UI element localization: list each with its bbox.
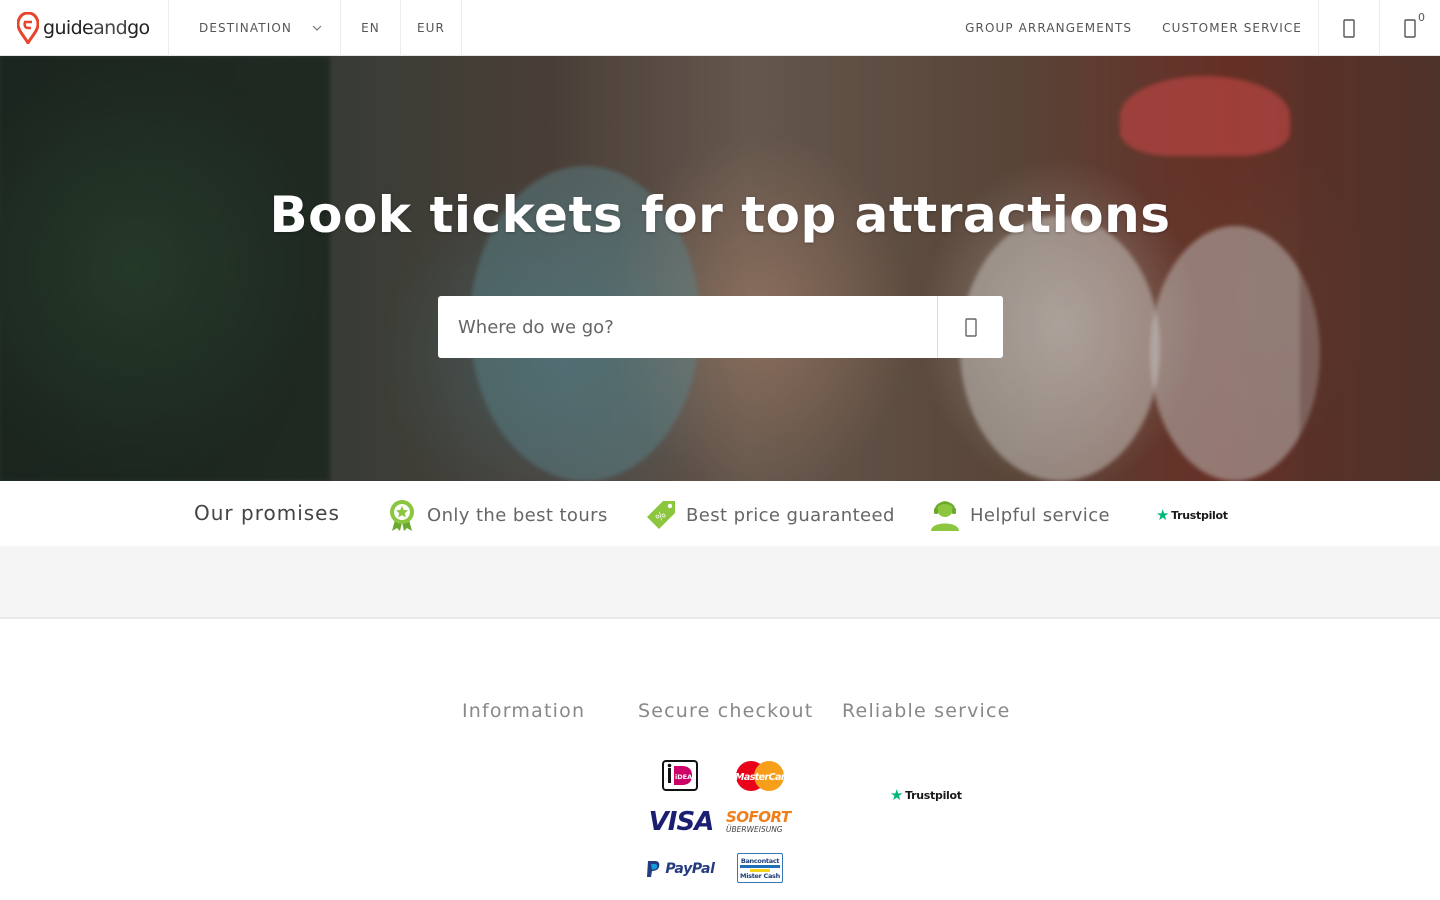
trustpilot-label: Trustpilot [1171, 508, 1228, 522]
support-agent-icon [929, 498, 961, 532]
sofort-text: SOFORT [726, 807, 791, 826]
account-button[interactable] [1318, 0, 1379, 56]
hero-photo-shape [1150, 226, 1320, 481]
visa-text: VISA [648, 807, 715, 837]
trustpilot-star-icon: ★ [1156, 506, 1170, 524]
hero-photo-shape [1120, 76, 1290, 156]
paypal-logo: PayPal [644, 856, 716, 882]
search-icon [964, 317, 977, 337]
hero-banner: Book tickets for top attractions [0, 56, 1440, 481]
trustpilot-label: Trustpilot [905, 788, 962, 802]
trustpilot-badge-promises[interactable]: ★ Trustpilot [1156, 506, 1228, 524]
paypal-p-icon [647, 861, 660, 877]
logo-pin-icon [17, 12, 39, 44]
cart-button[interactable]: 0 [1379, 0, 1440, 56]
paypal-text: PayPal [665, 861, 715, 877]
language-selector[interactable]: EN [341, 0, 401, 56]
cart-count-badge: 0 [1418, 11, 1425, 24]
promise-label: Helpful service [970, 504, 1110, 526]
bancontact-logo: Bancontact Mister Cash [737, 853, 783, 883]
promise-helpful-service: Helpful service [929, 498, 1110, 532]
trustpilot-star-icon: ★ [890, 786, 904, 804]
destination-label: DESTINATION [199, 21, 292, 35]
promises-bar: Our promises Only the best tours % Best … [0, 481, 1440, 546]
price-tag-icon: % [645, 498, 677, 532]
customer-service-link[interactable]: CUSTOMER SERVICE [1162, 0, 1302, 56]
logo-wordmark: guideandgo [43, 17, 150, 39]
language-label: EN [361, 21, 380, 35]
site-logo[interactable]: guideandgo [0, 0, 169, 56]
trustpilot-badge-footer[interactable]: ★ Trustpilot [890, 786, 962, 804]
bancontact-stripe-icon [740, 864, 780, 872]
search-input[interactable] [438, 296, 937, 358]
search-bar [438, 296, 1003, 358]
top-navigation: guideandgo DESTINATION EN EUR GROUP ARRA… [0, 0, 1440, 56]
promises-title: Our promises [194, 501, 340, 525]
promise-best-tours: Only the best tours [386, 498, 608, 532]
mastercard-text: MasterCard [735, 772, 786, 783]
bancontact-text: Bancontact [740, 856, 780, 865]
destination-dropdown[interactable]: DESTINATION [169, 0, 341, 56]
ideal-text: iDEAL [675, 773, 695, 781]
sofort-logo: SOFORT ÜBERWEISUNG [726, 808, 794, 836]
hero-title: Book tickets for top attractions [269, 186, 1171, 244]
footer-secure-checkout-title: Secure checkout [638, 700, 814, 722]
ueberweisung-text: ÜBERWEISUNG [726, 824, 783, 834]
group-arrangements-link[interactable]: GROUP ARRANGEMENTS [965, 0, 1132, 56]
hero-photo-shape [0, 56, 330, 481]
award-icon [386, 498, 418, 532]
currency-selector[interactable]: EUR [401, 0, 462, 56]
ideal-logo: iDEAL [662, 760, 698, 791]
footer-information-title: Information [462, 700, 586, 722]
footer-reliable-service-title: Reliable service [842, 700, 1011, 722]
user-icon [1343, 18, 1355, 38]
promise-label: Best price guaranteed [686, 504, 895, 526]
hero-photo-shape [1300, 56, 1440, 481]
header-spacer [462, 0, 965, 55]
promise-label: Only the best tours [427, 504, 608, 526]
currency-label: EUR [416, 21, 445, 35]
cart-icon [1404, 18, 1416, 38]
visa-logo: VISA [646, 807, 716, 837]
search-button[interactable] [937, 296, 1003, 358]
mastercard-logo: MasterCard [734, 760, 786, 792]
content-placeholder-band [0, 546, 1440, 619]
mister-cash-text: Mister Cash [740, 871, 780, 880]
promise-best-price: % Best price guaranteed [645, 498, 895, 532]
chevron-down-icon [312, 25, 322, 31]
